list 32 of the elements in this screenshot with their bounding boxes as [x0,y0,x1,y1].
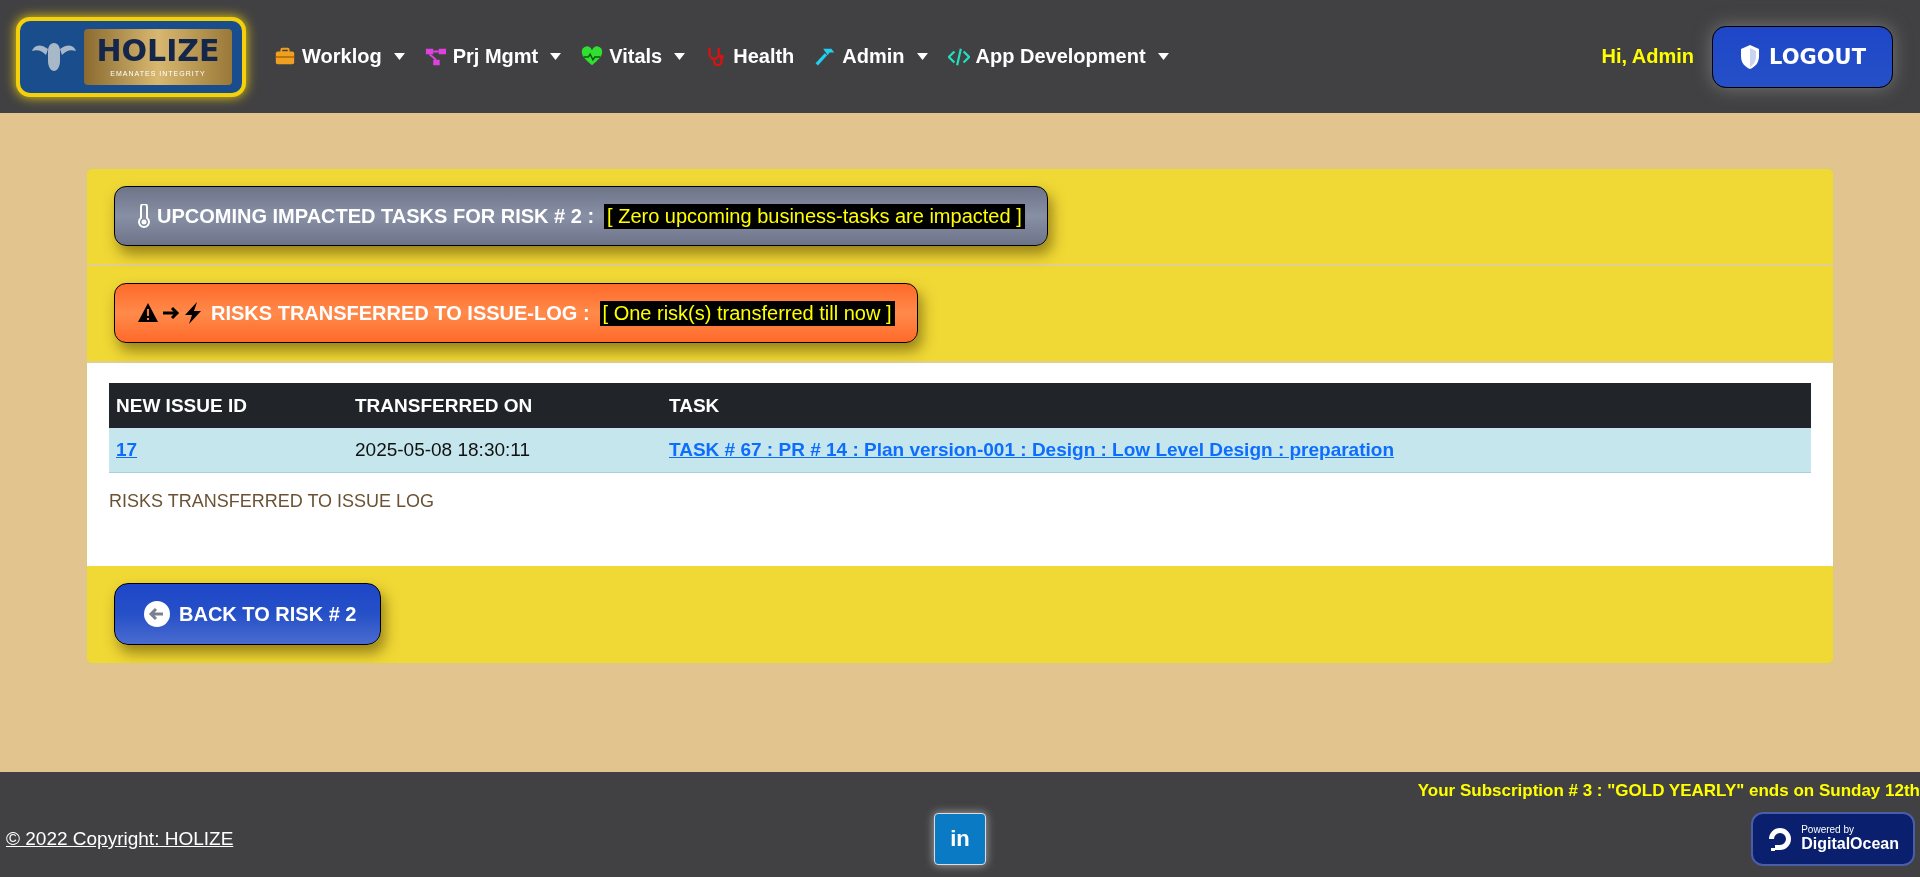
nav-menu-item[interactable]: App Development [947,45,1169,68]
section-header: UPCOMING IMPACTED TASKS FOR RISK # 2 : [ Zero upcoming business-tasks are impacted ] [114,186,1048,246]
caret-icon [916,53,928,60]
shield-icon [1739,43,1762,70]
badge-caption: Powered by [1801,825,1855,836]
column-header: TRANSFERRED ON [348,383,662,428]
logo-title: HOLIZE [96,36,220,66]
nav-menu-item[interactable]: Vitals [581,45,686,68]
back-button[interactable]: BACK TO RISK # 2 [114,583,382,645]
nav-menu-item[interactable]: Admin [814,45,928,68]
table-cell: 2025-05-08 18:30:11 [348,428,662,473]
logout-button[interactable]: LOGOUT [1712,25,1893,88]
subscription-notice: Your Subscription # 3 : "GOLD YEARLY" ends on Sunday 12th [1417,780,1920,801]
heart-pulse-icon [581,45,604,68]
do-logo-icon [1767,826,1794,852]
caret-icon [674,53,686,60]
column-header: NEW ISSUE ID [109,383,348,428]
badge-title: DigitalOcean [1801,835,1899,853]
copyright-link[interactable]: © 2022 Copyright: HOLIZE [6,828,234,850]
caret-icon [550,53,562,60]
section-header: RISKS TRANSFERRED TO ISSUE-LOG : [ One risk(s) transferred till now ] [114,283,918,343]
caret-icon [393,53,405,60]
greeting: Hi, Admin [1601,45,1695,68]
column-header: TASK [662,383,1811,428]
nav-menu-item[interactable]: Worklog [274,45,405,68]
powered-by-badge[interactable]: Powered by DigitalOcean [1751,812,1915,866]
linkedin-button[interactable]: in [934,813,986,865]
nav-menu-item[interactable]: Health [705,45,795,68]
thermometer-icon [137,204,151,228]
nav-menu-item[interactable]: Prj Mgmt [424,45,562,68]
caret-icon [1157,53,1169,60]
table-caption: RISKS TRANSFERRED TO ISSUE LOG [109,491,436,512]
